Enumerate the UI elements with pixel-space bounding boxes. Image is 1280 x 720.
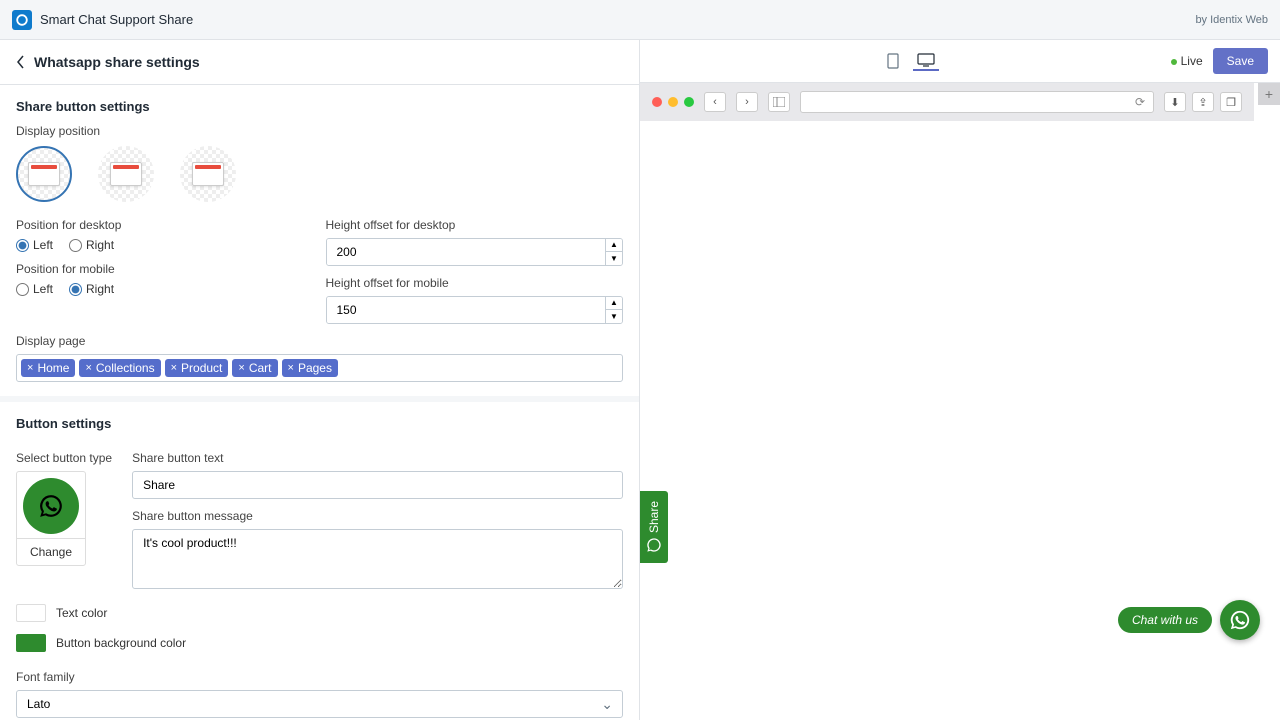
top-bar: Smart Chat Support Share by Identix Web	[0, 0, 1280, 40]
right-label: Right	[86, 238, 114, 252]
step-up-icon[interactable]: ▲	[606, 239, 622, 252]
share-widget-label: Share	[647, 501, 661, 533]
remove-tag-icon[interactable]: ×	[238, 362, 244, 374]
back-icon[interactable]	[16, 55, 26, 69]
left-label-m: Left	[33, 282, 53, 296]
desktop-left-radio[interactable]: Left	[16, 238, 53, 252]
tag-collections: ×Collections	[79, 359, 160, 377]
window-controls	[652, 97, 694, 107]
remove-tag-icon[interactable]: ×	[171, 362, 177, 374]
nav-back-icon[interactable]: ‹	[704, 92, 726, 112]
font-family-select[interactable]: Lato	[16, 690, 623, 718]
settings-pane: Whatsapp share settings Share button set…	[0, 40, 640, 720]
share-icon[interactable]: ⇪	[1192, 92, 1214, 112]
position-option-2[interactable]	[98, 146, 154, 202]
tag-cart: ×Cart	[232, 359, 277, 377]
share-button-message-input[interactable]: It's cool product!!!	[132, 529, 623, 589]
share-widget[interactable]: Share	[640, 491, 668, 563]
button-settings-section: Button settings Select button type Chang…	[0, 402, 639, 720]
tag-product: ×Product	[165, 359, 229, 377]
right-label-m: Right	[86, 282, 114, 296]
live-status: Live	[1171, 54, 1203, 68]
left-label: Left	[33, 238, 53, 252]
browser-chrome: ‹ › ⟳ ⬇ ⇪ ❐	[640, 83, 1254, 121]
change-button[interactable]: Change	[17, 538, 85, 565]
whatsapp-icon	[646, 537, 662, 553]
display-position-label: Display position	[16, 124, 623, 138]
download-icon[interactable]: ⬇	[1164, 92, 1186, 112]
share-button-text-input[interactable]	[132, 471, 623, 499]
height-desktop-label: Height offset for desktop	[326, 218, 624, 232]
desktop-preview-icon[interactable]	[913, 51, 939, 71]
preview-body: Share Chat with us	[640, 121, 1280, 720]
sidebar-icon[interactable]	[768, 92, 790, 112]
position-mobile-label: Position for mobile	[16, 262, 314, 276]
chat-widget[interactable]: Chat with us	[1118, 600, 1260, 640]
share-button-text-label: Share button text	[132, 451, 623, 465]
nav-forward-icon[interactable]: ›	[736, 92, 758, 112]
tag-pages: ×Pages	[282, 359, 338, 377]
height-mobile-input[interactable]	[327, 297, 606, 323]
by-line: by Identix Web	[1195, 14, 1268, 26]
bg-color-label: Button background color	[56, 636, 186, 650]
share-button-message-label: Share button message	[132, 509, 623, 523]
whatsapp-icon	[23, 478, 79, 534]
remove-tag-icon[interactable]: ×	[85, 362, 91, 374]
step-down-icon[interactable]: ▼	[606, 310, 622, 323]
text-color-swatch[interactable]	[16, 604, 46, 622]
select-button-type-label: Select button type	[16, 451, 112, 465]
height-mobile-input-wrap: ▲▼	[326, 296, 624, 324]
position-option-3[interactable]	[180, 146, 236, 202]
url-bar[interactable]: ⟳	[800, 91, 1154, 113]
remove-tag-icon[interactable]: ×	[288, 362, 294, 374]
position-desktop-label: Position for desktop	[16, 218, 314, 232]
section-title: Button settings	[16, 416, 623, 431]
chat-label: Chat with us	[1118, 607, 1212, 633]
whatsapp-chat-icon	[1220, 600, 1260, 640]
mobile-left-radio[interactable]: Left	[16, 282, 53, 296]
share-button-section: Share button settings Display position P…	[0, 85, 639, 402]
reload-icon[interactable]: ⟳	[1135, 95, 1145, 109]
height-desktop-input[interactable]	[327, 239, 606, 265]
height-desktop-input-wrap: ▲▼	[326, 238, 624, 266]
new-tab-icon[interactable]: +	[1258, 83, 1280, 105]
button-type-preview: Change	[16, 471, 86, 566]
mobile-preview-icon[interactable]	[883, 51, 903, 71]
page-title: Whatsapp share settings	[34, 54, 200, 70]
step-up-icon[interactable]: ▲	[606, 297, 622, 310]
save-button[interactable]: Save	[1213, 48, 1268, 74]
mobile-right-radio[interactable]: Right	[69, 282, 114, 296]
text-color-label: Text color	[56, 606, 107, 620]
tag-home: ×Home	[21, 359, 75, 377]
height-mobile-label: Height offset for mobile	[326, 276, 624, 290]
desktop-right-radio[interactable]: Right	[69, 238, 114, 252]
app-logo	[12, 10, 32, 30]
position-option-1[interactable]	[16, 146, 72, 202]
display-page-label: Display page	[16, 334, 623, 348]
font-family-label: Font family	[16, 670, 623, 684]
display-page-input[interactable]: ×Home ×Collections ×Product ×Cart ×Pages	[16, 354, 623, 382]
remove-tag-icon[interactable]: ×	[27, 362, 33, 374]
step-down-icon[interactable]: ▼	[606, 252, 622, 265]
bg-color-swatch[interactable]	[16, 634, 46, 652]
app-title: Smart Chat Support Share	[40, 12, 193, 27]
preview-pane: Live Save ‹ › ⟳ ⬇ ⇪ ❐	[640, 40, 1280, 720]
tabs-icon[interactable]: ❐	[1220, 92, 1242, 112]
section-title: Share button settings	[16, 99, 623, 114]
